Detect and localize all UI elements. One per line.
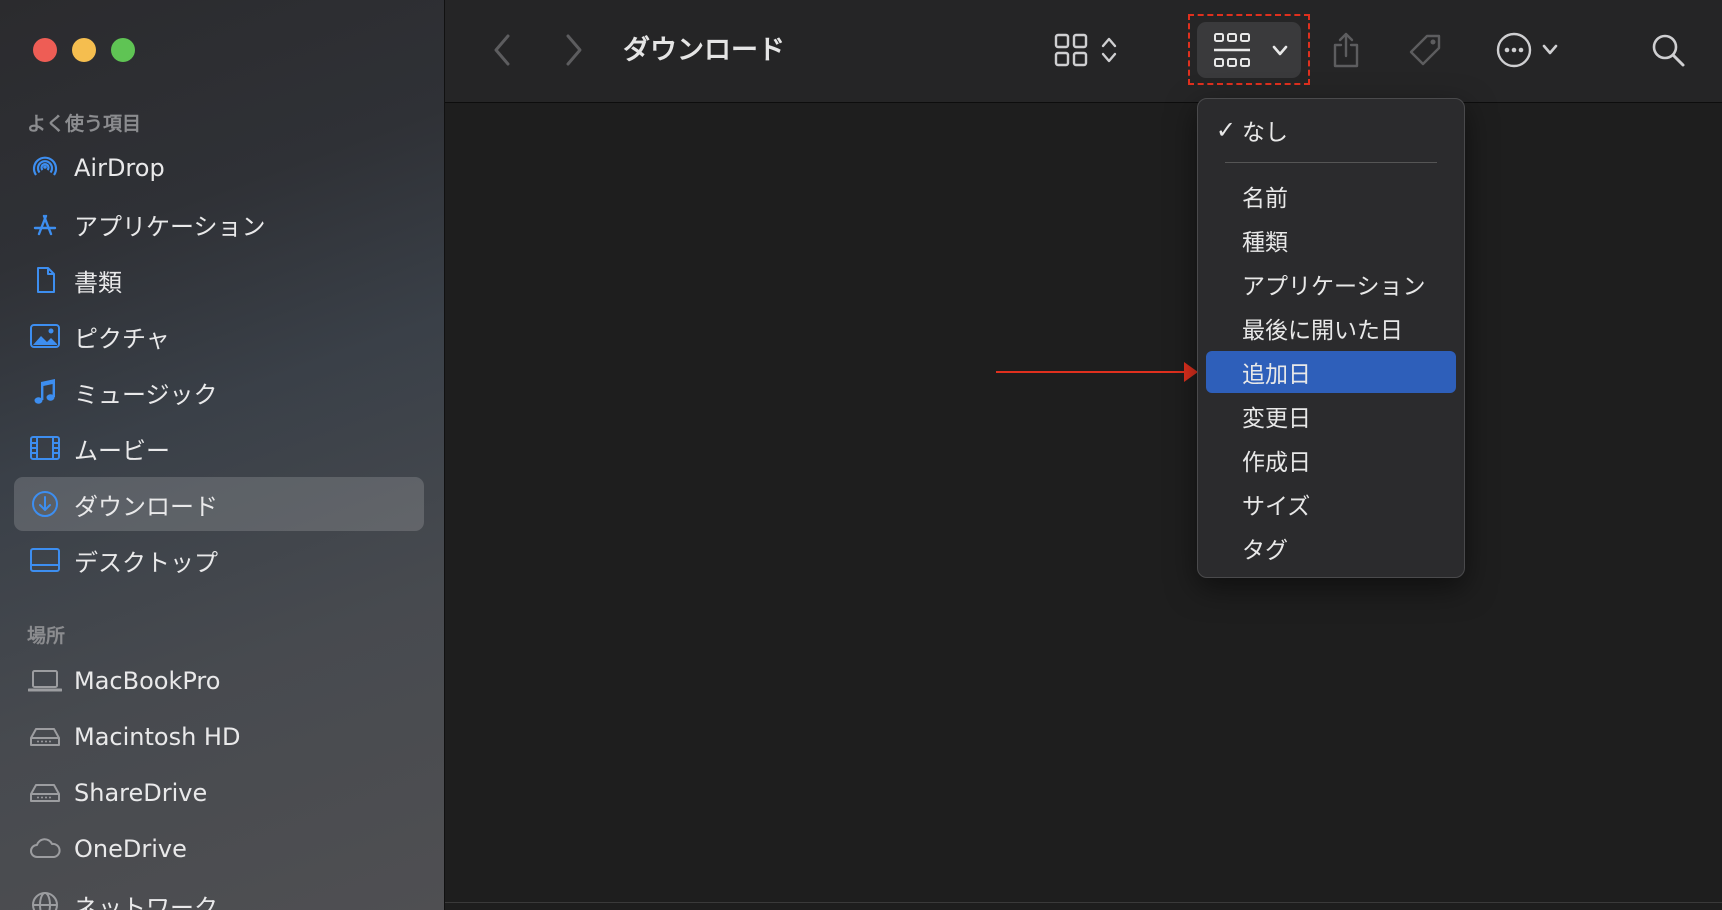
main-content: ダウンロード (445, 0, 1722, 910)
sidebar-item-music[interactable]: ミュージック (14, 365, 424, 419)
sidebar-item-downloads[interactable]: ダウンロード (14, 477, 424, 531)
sidebar-item-label: 書類 (74, 268, 122, 297)
locations-section-title: 場所 (27, 625, 66, 647)
menu-item-date-added[interactable]: 追加日 (1206, 351, 1456, 393)
sidebar-item-label: Macintosh HD (74, 723, 241, 751)
search-icon (1652, 34, 1685, 67)
sidebar-item-label: ミュージック (74, 380, 218, 409)
minimize-window-button[interactable] (72, 38, 96, 62)
drive-icon (28, 720, 62, 754)
menu-item-size[interactable]: サイズ (1206, 483, 1456, 525)
sidebar-item-pictures[interactable]: ピクチャ (14, 309, 424, 363)
network-icon (28, 888, 62, 910)
view-mode-button[interactable] (1047, 28, 1127, 72)
menu-item-label: 種類 (1242, 230, 1288, 256)
updown-chevron-icon (1101, 37, 1117, 63)
menu-item-label: 作成日 (1242, 450, 1311, 476)
menu-item-last-opened[interactable]: 最後に開いた日 (1206, 307, 1456, 349)
menu-item-none[interactable]: ✓ なし (1206, 109, 1456, 151)
menu-item-kind[interactable]: 種類 (1206, 219, 1456, 261)
sidebar-item-label: ムービー (74, 436, 170, 465)
document-icon (28, 263, 62, 297)
sidebar-item-label: AirDrop (74, 154, 165, 182)
checkmark-icon: ✓ (1215, 116, 1236, 144)
back-button[interactable] (485, 30, 519, 70)
status-divider (445, 902, 1722, 903)
drive-icon (28, 776, 62, 810)
chevron-down-icon (1542, 44, 1558, 55)
sidebar-item-airdrop[interactable]: AirDrop (14, 141, 424, 195)
sidebar-item-desktop[interactable]: デスクトップ (14, 533, 424, 587)
tag-button[interactable] (1400, 24, 1450, 76)
more-actions-button[interactable] (1487, 26, 1567, 74)
sidebar-item-macintosh-hd[interactable]: Macintosh HD (14, 710, 424, 764)
sidebar-item-onedrive[interactable]: OneDrive (14, 822, 424, 876)
sidebar-item-macbookpro[interactable]: MacBookPro (14, 654, 424, 708)
annotation-arrow-line (996, 371, 1186, 373)
favorites-section-title: よく使う項目 (27, 113, 142, 135)
sidebar: よく使う項目 AirDrop アプリケーション 書類 ピクチャ ミュージック ム… (0, 0, 445, 910)
window-title: ダウンロード (623, 35, 785, 66)
sidebar-item-movies[interactable]: ムービー (14, 421, 424, 475)
finder-window: よく使う項目 AirDrop アプリケーション 書類 ピクチャ ミュージック ム… (0, 0, 1722, 910)
menu-item-name[interactable]: 名前 (1206, 175, 1456, 217)
chevron-right-icon (566, 34, 582, 66)
menu-item-label: タグ (1242, 538, 1288, 564)
close-window-button[interactable] (33, 38, 57, 62)
share-icon (1333, 32, 1359, 68)
share-button[interactable] (1323, 24, 1369, 76)
cloud-icon (28, 832, 62, 866)
menu-item-label: 変更日 (1242, 406, 1311, 432)
chevron-left-icon (494, 34, 510, 66)
toolbar: ダウンロード (445, 0, 1722, 103)
sidebar-item-network[interactable]: ネットワーク (14, 878, 424, 910)
sidebar-item-documents[interactable]: 書類 (14, 253, 424, 307)
ellipsis-circle-icon (1496, 32, 1532, 68)
group-by-menu: ✓ なし 名前 種類 アプリケーション 最後に開いた日 追加日 変更日 作成日 … (1197, 98, 1465, 578)
laptop-icon (28, 664, 62, 698)
sidebar-item-label: OneDrive (74, 835, 187, 863)
annotation-highlight-box (1188, 14, 1310, 85)
sidebar-item-label: ダウンロード (74, 492, 218, 521)
zoom-window-button[interactable] (111, 38, 135, 62)
tag-icon (1409, 34, 1441, 66)
sidebar-item-label: ShareDrive (74, 779, 208, 807)
airdrop-icon (28, 151, 62, 185)
menu-item-date-created[interactable]: 作成日 (1206, 439, 1456, 481)
menu-item-label: アプリケーション (1242, 274, 1426, 300)
menu-item-label: 名前 (1242, 186, 1288, 212)
menu-item-label: 最後に開いた日 (1242, 318, 1403, 344)
sidebar-item-label: ネットワーク (74, 893, 218, 910)
annotation-arrow-head (1184, 362, 1198, 382)
forward-button[interactable] (557, 30, 591, 70)
music-icon (28, 375, 62, 409)
sidebar-item-label: MacBookPro (74, 667, 221, 695)
sidebar-item-applications[interactable]: アプリケーション (14, 197, 424, 251)
menu-item-label: 追加日 (1242, 362, 1311, 388)
sidebar-item-label: デスクトップ (74, 548, 218, 577)
menu-item-tags[interactable]: タグ (1206, 527, 1456, 569)
search-button[interactable] (1645, 26, 1691, 74)
menu-item-label: なし (1242, 120, 1288, 146)
applications-icon (28, 207, 62, 241)
downloads-icon (28, 487, 62, 521)
menu-item-label: サイズ (1242, 494, 1311, 520)
sidebar-item-label: アプリケーション (74, 212, 266, 241)
sidebar-item-label: ピクチャ (74, 324, 170, 353)
movies-icon (28, 431, 62, 465)
desktop-icon (28, 543, 62, 577)
menu-separator (1225, 162, 1437, 163)
pictures-icon (28, 319, 62, 353)
menu-item-application[interactable]: アプリケーション (1206, 263, 1456, 305)
window-controls (33, 38, 135, 62)
grid-icon (1054, 33, 1088, 67)
menu-item-date-modified[interactable]: 変更日 (1206, 395, 1456, 437)
sidebar-item-sharedrive[interactable]: ShareDrive (14, 766, 424, 820)
